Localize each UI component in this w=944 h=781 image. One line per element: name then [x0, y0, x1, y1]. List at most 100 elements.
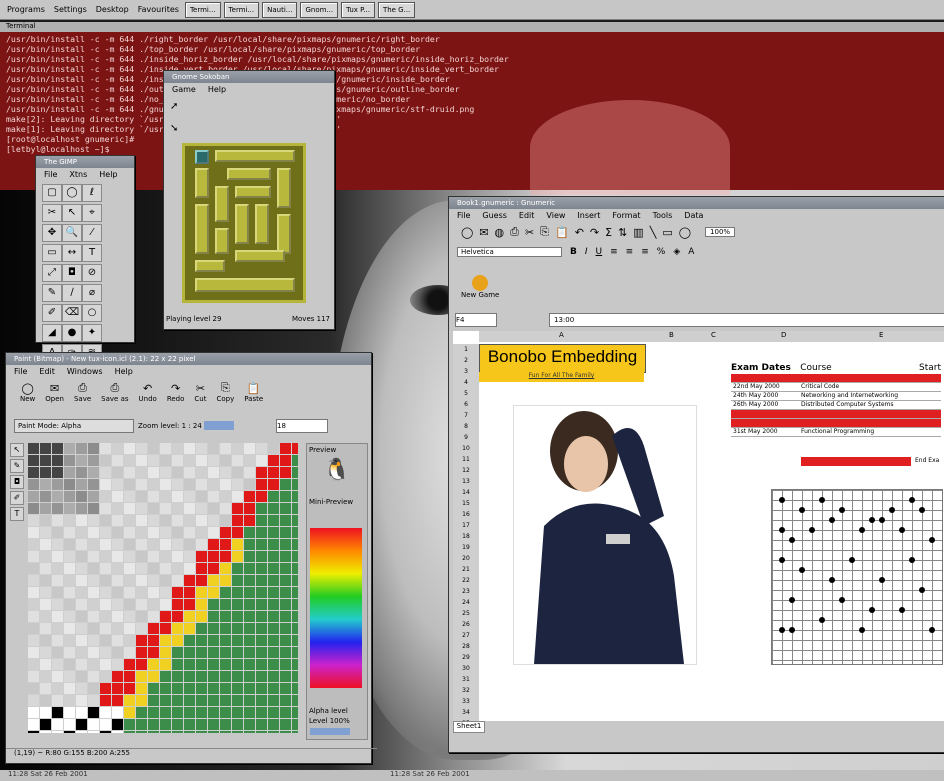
toolbar-open-button[interactable]: ✉ Open [45, 382, 64, 403]
column-label[interactable]: C [711, 331, 716, 339]
menu-windows[interactable]: Windows [67, 367, 103, 376]
sum-icon[interactable]: Σ [605, 226, 612, 239]
menu-format[interactable]: Format [612, 211, 640, 220]
ellipse-icon[interactable]: ◯ [679, 226, 691, 239]
arrow-icon[interactable]: ➘ [170, 123, 178, 134]
text-icon[interactable]: T [10, 507, 24, 521]
rect-icon[interactable]: ▭ [662, 226, 672, 239]
column-label[interactable]: E [879, 331, 883, 339]
toolbar-paste-button[interactable]: 📋 Paste [244, 382, 263, 403]
tool-icon[interactable]: ↖ [62, 204, 82, 222]
percent-icon[interactable]: % [657, 247, 666, 257]
new-icon[interactable]: ◯ [461, 226, 473, 239]
exam-row[interactable]: 26th May 2000 Distributed Computer System… [731, 401, 941, 410]
menu-xtns[interactable]: Xtns [69, 170, 87, 179]
zoom-slider[interactable] [204, 421, 234, 430]
taskbar-menu-settings[interactable]: Settings [51, 5, 90, 14]
menu-tools[interactable]: Tools [653, 211, 673, 220]
pencil-icon[interactable]: ✎ [10, 459, 24, 473]
copy-icon[interactable]: ⎘ [540, 225, 549, 239]
taskbar-task-button[interactable]: Nauti... [262, 1, 298, 18]
brush-icon[interactable]: ✐ [10, 491, 24, 505]
tool-icon[interactable]: ◯ [62, 184, 82, 202]
sokoban-window[interactable]: Gnome Sokoban Game Help ➚ ➘ Playing leve… [163, 70, 335, 330]
tool-icon[interactable]: ◘ [62, 264, 82, 282]
tool-icon[interactable]: ▭ [42, 244, 62, 262]
taskbar-task-button[interactable]: Termi... [184, 1, 221, 18]
menu-view[interactable]: View [546, 211, 565, 220]
tool-icon[interactable]: ◢ [42, 324, 62, 342]
tool-icon[interactable]: ✎ [42, 284, 62, 302]
italic-button[interactable]: I [585, 247, 588, 257]
toolbar-save-as-button[interactable]: ⎙ Save as [101, 381, 128, 403]
tool-icon[interactable]: ⌫ [62, 304, 82, 322]
tool-icon[interactable]: ⌖ [82, 204, 102, 222]
toolbar-copy-button[interactable]: ⎘ Copy [216, 381, 234, 403]
zoom-field[interactable]: 18 [276, 419, 328, 433]
align-left-icon[interactable]: ≡ [610, 247, 618, 257]
tool-icon[interactable]: ℓ [82, 184, 102, 202]
toolbar-new-button[interactable]: ◯ New [20, 382, 35, 403]
cut-icon[interactable]: ✂ [525, 226, 534, 239]
tool-icon[interactable]: ⁄ [82, 224, 102, 242]
menu-guess[interactable]: Guess [482, 211, 507, 220]
taskbar-task-button[interactable]: Termi... [223, 1, 260, 18]
pointer-icon[interactable]: ↖ [10, 443, 24, 457]
menu-edit[interactable]: Edit [519, 211, 535, 220]
paste-icon[interactable]: 📋 [555, 226, 569, 239]
align-center-icon[interactable]: ≡ [626, 247, 634, 257]
tool-icon[interactable]: 🔍 [62, 224, 82, 242]
redo-icon[interactable]: ↷ [590, 226, 599, 239]
subline-cell[interactable]: Fun For All The Family [479, 372, 644, 382]
column-label[interactable]: B [669, 331, 674, 339]
formula-bar[interactable]: 13:00 [549, 313, 944, 327]
new-game-button[interactable]: New Game [461, 275, 499, 299]
menu-edit[interactable]: Edit [39, 367, 55, 376]
undo-icon[interactable]: ↶ [575, 226, 584, 239]
headline-cell[interactable]: Bonobo Embedding [479, 344, 646, 373]
sheet-tab[interactable]: Sheet1 [453, 721, 485, 733]
pixel-canvas[interactable] [28, 443, 298, 733]
gnumeric-window[interactable]: Book1.gnumeric : Gnumeric File Guess Edit V… [448, 196, 944, 753]
color-spectrum-picker[interactable] [310, 528, 362, 688]
tool-icon[interactable]: ✂ [42, 204, 62, 222]
tool-icon[interactable]: T [82, 244, 102, 262]
tool-icon[interactable]: ⤢ [42, 264, 62, 282]
tool-icon[interactable]: ⌀ [82, 284, 102, 302]
column-label[interactable]: A [559, 331, 564, 339]
taskbar-task-button[interactable]: Tux P... [341, 1, 375, 18]
taskbar-task-button[interactable]: The G... [377, 1, 416, 18]
line-icon[interactable]: ╲ [650, 226, 657, 239]
cell-reference[interactable]: F4 [455, 313, 497, 327]
taskbar-menu-favourites[interactable]: Favourites [135, 5, 182, 14]
exam-row[interactable] [731, 374, 941, 383]
bold-button[interactable]: B [570, 247, 577, 257]
menu-game[interactable]: Game [172, 85, 196, 94]
toolbar-save-button[interactable]: ⎙ Save [74, 381, 91, 403]
icon-editor-window[interactable]: Paint (Bitmap) - New tux-icon.icl (2.1):… [5, 352, 377, 764]
tool-icon[interactable]: ✐ [42, 304, 62, 322]
sort-icon[interactable]: ⇅ [618, 226, 627, 239]
save-icon[interactable]: ◍ [495, 226, 505, 239]
toolbar-redo-button[interactable]: ↷ Redo [167, 382, 185, 403]
menu-help[interactable]: Help [208, 85, 226, 94]
taskbar-menu-programs[interactable]: Programs [4, 5, 48, 14]
font-color-icon[interactable]: A [688, 247, 694, 257]
chart-icon[interactable]: ▥ [633, 226, 643, 239]
arrow-icon[interactable]: ➚ [170, 101, 178, 112]
menu-data[interactable]: Data [684, 211, 703, 220]
tool-icon[interactable]: ⊘ [82, 264, 102, 282]
tool-icon[interactable]: ✦ [82, 324, 102, 342]
zoom-field[interactable]: 100% [705, 227, 736, 237]
tool-icon[interactable]: ○ [82, 304, 102, 322]
column-label[interactable]: D [781, 331, 786, 339]
tool-icon[interactable]: ▢ [42, 184, 62, 202]
exam-row[interactable]: 24th May 2000 Networking and Internetwork… [731, 392, 941, 401]
toolbar-cut-button[interactable]: ✂ Cut [194, 382, 206, 403]
paint-mode-select[interactable]: Paint Mode: Alpha [14, 419, 134, 433]
exam-row[interactable] [731, 419, 941, 428]
exam-row[interactable] [731, 410, 941, 419]
menu-insert[interactable]: Insert [577, 211, 600, 220]
fill-icon[interactable]: ◘ [10, 475, 24, 489]
exam-row[interactable]: 31st May 2000 Functional Programming [731, 428, 941, 437]
